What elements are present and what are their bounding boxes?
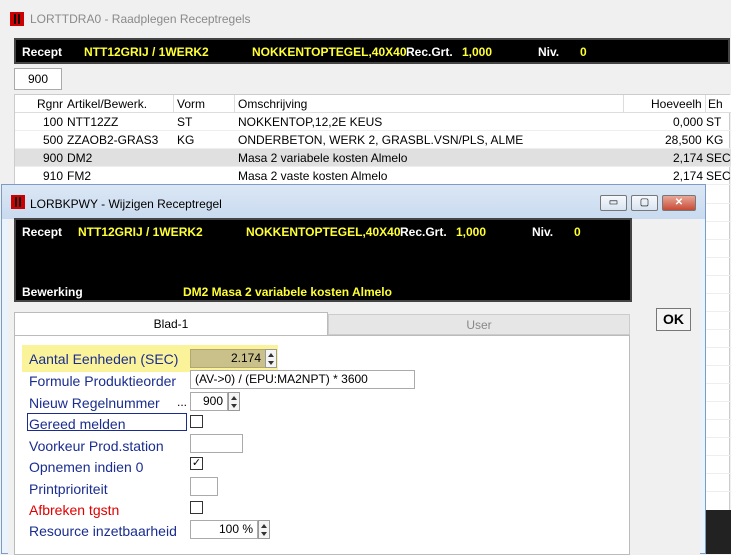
cell-rgnr: 500 [43, 133, 64, 147]
cell-hoeveelh: 28,500 [665, 133, 702, 147]
cell-vorm: ST [177, 115, 193, 129]
dialog-title-bar[interactable]: LORBKPWY - Wijzigen Receptregel ▭ ▢ ✕ [2, 185, 705, 219]
nieuw-regelnummer-input[interactable]: 900 [190, 392, 228, 411]
cell-eh: SEC [706, 169, 731, 183]
dialog-app-icon [11, 195, 25, 209]
gereed-melden-label: Gereed melden [29, 416, 126, 432]
dialog-recipe-header: Recept NTT12GRIJ / 1WERK2 NOKKENTOPTEGEL… [14, 218, 632, 302]
background-dark-area [705, 510, 731, 554]
recgrt-label: Rec.Grt. [406, 45, 453, 59]
tab-blad-1[interactable]: Blad-1 [14, 312, 328, 336]
main-title-bar[interactable]: LORTTDRA0 - Raadplegen Receptregels [0, 0, 731, 36]
printprioriteit-label: Printprioriteit [29, 481, 108, 497]
nieuw-dots: ... [177, 395, 188, 409]
cell-eh: ST [706, 115, 722, 129]
cell-vorm: KG [177, 133, 195, 147]
niv-label: Niv. [538, 45, 560, 59]
ok-button[interactable]: OK [656, 308, 691, 331]
resource-spinner[interactable] [258, 520, 270, 539]
afbreken-checkbox[interactable] [190, 501, 203, 514]
formule-input[interactable]: (AV->0) / (EPU:MA2NPT) * 3600 [190, 370, 415, 389]
dialog-recept-value: NTT12GRIJ / 1WERK2 [78, 225, 203, 239]
bewerking-value: DM2 Masa 2 variabele kosten Almelo [183, 285, 392, 299]
aantal-input[interactable]: 2.174 [190, 349, 266, 368]
maximize-button[interactable]: ▢ [631, 195, 658, 211]
grid-header: Rgnr Artikel/Bewerk. Vorm Omschrijving H… [15, 95, 731, 113]
printprioriteit-input[interactable] [190, 477, 218, 496]
table-row[interactable]: 500 ZZAOB2-GRAS3 KG ONDERBETON, WERK 2, … [15, 131, 731, 149]
cell-rgnr: 900 [43, 151, 64, 165]
dialog-niv-value: 0 [574, 225, 581, 239]
bewerking-label: Bewerking [22, 285, 83, 299]
tab-user[interactable]: User [328, 314, 630, 335]
cell-hoeveelh: 2,174 [673, 169, 704, 183]
filter-input[interactable]: 900 [14, 68, 62, 90]
dialog-recipe-description: NOKKENTOPTEGEL,40X40 [246, 225, 401, 239]
cell-omschrijving: NOKKENTOP,12,2E KEUS [238, 115, 383, 129]
dialog-recgrt-value: 1,000 [456, 225, 487, 239]
cell-rgnr: 910 [43, 169, 64, 183]
voorkeur-input[interactable] [190, 434, 243, 453]
table-row[interactable]: 900 DM2 Masa 2 variabele kosten Almelo 2… [15, 149, 731, 167]
opnemen-checkbox[interactable]: ✓ [190, 457, 203, 470]
gereed-melden-checkbox[interactable] [190, 415, 203, 428]
dialog-title: LORBKPWY - Wijzigen Receptregel [30, 197, 222, 211]
recgrt-value: 1,000 [462, 45, 493, 59]
cell-eh: SEC [706, 151, 731, 165]
minimize-button[interactable]: ▭ [600, 195, 627, 211]
resource-label: Resource inzetbaarheid [29, 523, 177, 539]
table-row[interactable]: 100 NTT12ZZ ST NOKKENTOP,12,2E KEUS 0,00… [15, 113, 731, 131]
main-recipe-header: Recept NTT12GRIJ / 1WERK2 NOKKENTOPTEGEL… [14, 38, 730, 64]
dialog-recept-label: Recept [22, 225, 63, 239]
cell-eh: KG [706, 133, 724, 147]
cell-hoeveelh: 2,174 [673, 151, 704, 165]
col-hoeveelh[interactable]: Hoeveelh [651, 97, 702, 111]
cell-omschrijving: Masa 2 variabele kosten Almelo [238, 151, 408, 165]
cell-artikel: DM2 [67, 151, 93, 165]
dialog-niv-label: Niv. [532, 225, 554, 239]
opnemen-label: Opnemen indien 0 [29, 459, 144, 475]
col-vorm[interactable]: Vorm [177, 97, 205, 111]
dialog-recgrt-label: Rec.Grt. [400, 225, 447, 239]
table-row[interactable]: 910 FM2 Masa 2 vaste kosten Almelo 2,174… [15, 167, 731, 185]
col-eh[interactable]: Eh [708, 97, 723, 111]
recept-value: NTT12GRIJ / 1WERK2 [84, 45, 209, 59]
voorkeur-label: Voorkeur Prod.station [29, 438, 164, 454]
app-icon [10, 12, 24, 26]
afbreken-label: Afbreken tgstn [29, 502, 120, 518]
aantal-spinner[interactable] [265, 349, 277, 368]
resource-input[interactable]: 100 % [190, 520, 258, 539]
col-rgnr[interactable]: Rgnr [37, 97, 63, 111]
col-omschrijving[interactable]: Omschrijving [238, 97, 307, 111]
aantal-label: Aantal Eenheden (SEC) [29, 351, 179, 367]
cell-omschrijving: ONDERBETON, WERK 2, GRASBL.VSN/PLS, ALME [238, 133, 524, 147]
recept-label: Recept [22, 45, 63, 59]
cell-artikel: ZZAOB2-GRAS3 [67, 133, 159, 147]
nieuw-regelnummer-spinner[interactable] [228, 392, 240, 411]
main-window-title: LORTTDRA0 - Raadplegen Receptregels [30, 12, 251, 26]
cell-artikel: NTT12ZZ [67, 115, 119, 129]
recipe-description: NOKKENTOPTEGEL,40X40 [252, 45, 407, 59]
cell-omschrijving: Masa 2 vaste kosten Almelo [238, 169, 388, 183]
niv-value: 0 [580, 45, 587, 59]
cell-artikel: FM2 [67, 169, 91, 183]
close-button[interactable]: ✕ [662, 195, 696, 211]
formule-label: Formule Produktieorder [29, 373, 177, 389]
cell-rgnr: 100 [43, 115, 64, 129]
nieuw-regelnummer-label: Nieuw Regelnummer [29, 395, 160, 411]
cell-hoeveelh: 0,000 [673, 115, 704, 129]
col-artikel[interactable]: Artikel/Bewerk. [67, 97, 147, 111]
